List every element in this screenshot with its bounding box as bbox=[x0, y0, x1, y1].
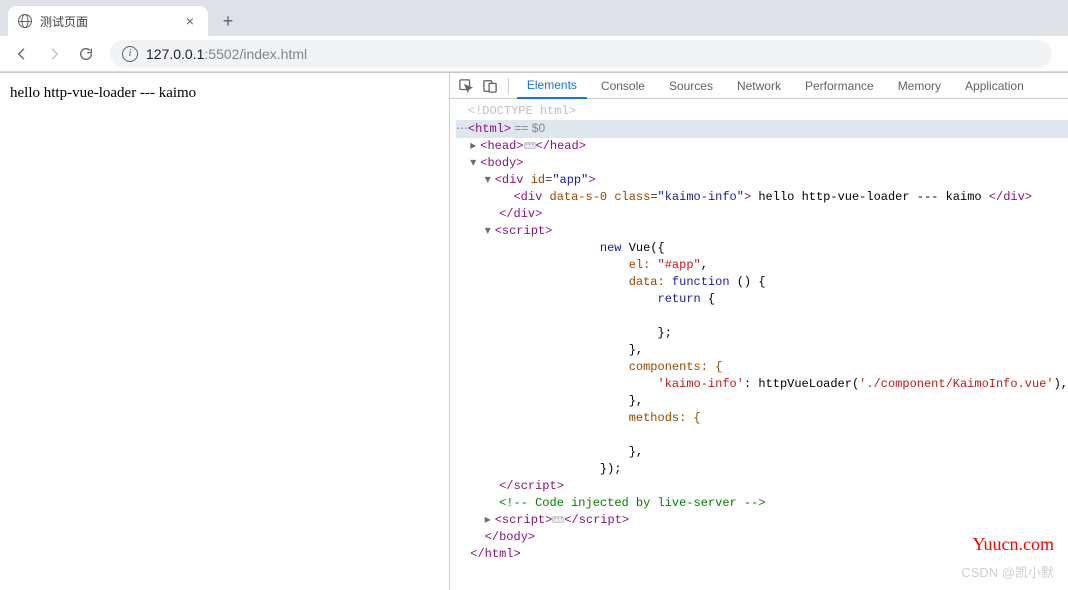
js-l3: data: function () { bbox=[456, 274, 1068, 291]
rendered-page: hello http-vue-loader --- kaimo bbox=[0, 73, 449, 590]
js-l14: }); bbox=[456, 461, 1068, 478]
js-l8: components: { bbox=[456, 359, 1068, 376]
tab-memory[interactable]: Memory bbox=[888, 73, 951, 99]
close-icon[interactable]: × bbox=[182, 13, 198, 29]
div-app-open[interactable]: ▾<div id="app"> bbox=[456, 172, 1068, 189]
tab-sources[interactable]: Sources bbox=[659, 73, 723, 99]
js-l4: return { bbox=[456, 291, 1068, 308]
browser-chrome: 测试页面 × + i 127.0.0.1:5502/index.html bbox=[0, 0, 1068, 73]
html-close[interactable]: </html> bbox=[456, 546, 1068, 563]
url-display: 127.0.0.1:5502/index.html bbox=[146, 46, 307, 62]
globe-icon bbox=[18, 14, 32, 28]
new-tab-button[interactable]: + bbox=[214, 7, 242, 35]
dom-tree[interactable]: <!DOCTYPE html> ⋯<html> == $0 ▸<head></h… bbox=[450, 99, 1068, 567]
tab-bar: 测试页面 × + bbox=[0, 0, 1068, 36]
device-toggle-icon[interactable] bbox=[480, 76, 500, 96]
browser-tab[interactable]: 测试页面 × bbox=[8, 6, 208, 36]
tab-title: 测试页面 bbox=[40, 13, 88, 30]
content-area: hello http-vue-loader --- kaimo Elements… bbox=[0, 73, 1068, 590]
body-open[interactable]: ▾<body> bbox=[456, 155, 1068, 172]
devtools-tabbar: Elements Console Sources Network Perform… bbox=[450, 73, 1068, 99]
site-info-icon[interactable]: i bbox=[122, 46, 138, 62]
js-l2: el: "#app", bbox=[456, 257, 1068, 274]
page-body-text: hello http-vue-loader --- kaimo bbox=[10, 85, 196, 101]
address-bar[interactable]: i 127.0.0.1:5502/index.html bbox=[110, 40, 1052, 68]
script2-line[interactable]: ▸<script></script> bbox=[456, 512, 1068, 529]
forward-button[interactable] bbox=[40, 40, 68, 68]
script-open[interactable]: ▾<script> bbox=[456, 223, 1068, 240]
devtools-panel: Elements Console Sources Network Perform… bbox=[449, 73, 1068, 590]
js-l9: 'kaimo-info': httpVueLoader('./component… bbox=[456, 376, 1068, 393]
div-kaimo[interactable]: <div data-s-0 class="kaimo-info"> hello … bbox=[456, 189, 1068, 206]
js-l12 bbox=[456, 427, 1068, 444]
tab-network[interactable]: Network bbox=[727, 73, 791, 99]
doctype-line: <!DOCTYPE html> bbox=[456, 103, 1068, 120]
js-l5 bbox=[456, 308, 1068, 325]
js-l10: }, bbox=[456, 393, 1068, 410]
js-l6: }; bbox=[456, 325, 1068, 342]
tab-console[interactable]: Console bbox=[591, 73, 655, 99]
script-close[interactable]: </script> bbox=[456, 478, 1068, 495]
tab-performance[interactable]: Performance bbox=[795, 73, 884, 99]
tab-elements[interactable]: Elements bbox=[517, 73, 587, 99]
body-close[interactable]: </body> bbox=[456, 529, 1068, 546]
html-open[interactable]: ⋯<html> == $0 bbox=[456, 120, 1068, 138]
reload-button[interactable] bbox=[72, 40, 100, 68]
div-app-close[interactable]: </div> bbox=[456, 206, 1068, 223]
js-l1: new Vue({ bbox=[456, 240, 1068, 257]
js-l13: }, bbox=[456, 444, 1068, 461]
tab-application[interactable]: Application bbox=[955, 73, 1034, 99]
js-l7: }, bbox=[456, 342, 1068, 359]
back-button[interactable] bbox=[8, 40, 36, 68]
inspect-icon[interactable] bbox=[456, 76, 476, 96]
js-l11: methods: { bbox=[456, 410, 1068, 427]
live-server-comment: <!-- Code injected by live-server --> bbox=[456, 495, 1068, 512]
toolbar: i 127.0.0.1:5502/index.html bbox=[0, 36, 1068, 72]
head-line[interactable]: ▸<head></head> bbox=[456, 138, 1068, 155]
separator bbox=[508, 78, 509, 94]
